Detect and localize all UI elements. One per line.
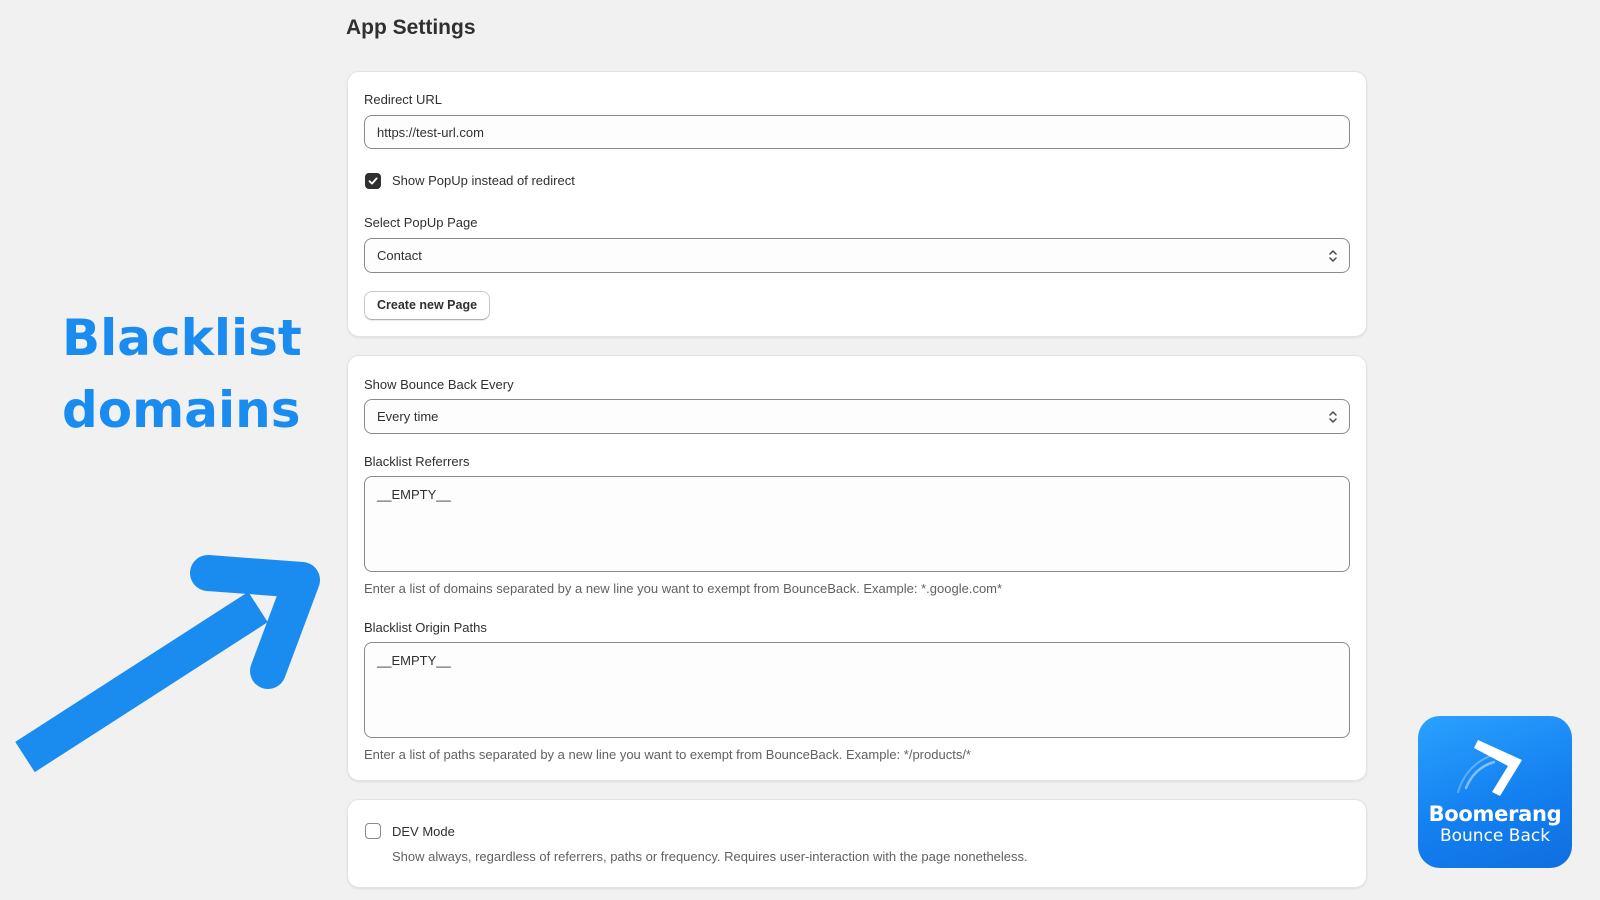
blacklist-paths-help: Enter a list of paths separated by a new…	[364, 747, 971, 762]
arrow-up-right-icon	[15, 555, 320, 773]
dev-mode-checkbox[interactable]	[365, 823, 381, 839]
show-popup-label[interactable]: Show PopUp instead of redirect	[392, 173, 575, 188]
select-popup-label: Select PopUp Page	[364, 215, 478, 230]
boomerang-icon	[1457, 740, 1522, 796]
logo-subtitle: Bounce Back	[1439, 826, 1551, 846]
redirect-url-label: Redirect URL	[364, 92, 443, 107]
bounce-back-settings-card: Show Bounce Back Every Every time Blackl…	[347, 355, 1367, 781]
select-chevron-icon	[1329, 411, 1337, 423]
dev-mode-label[interactable]: DEV Mode	[392, 824, 455, 839]
frequency-select-value: Every time	[377, 409, 439, 424]
promo-heading: Blacklist domains	[62, 302, 302, 446]
create-new-page-button[interactable]: Create new Page	[364, 291, 491, 320]
checkmark-icon	[368, 177, 378, 185]
dev-mode-help: Show always, regardless of referrers, pa…	[392, 849, 1028, 864]
blacklist-referrers-textarea[interactable]: __EMPTY__	[364, 476, 1350, 572]
popup-page-select-value: Contact	[377, 248, 422, 263]
blacklist-referrers-label: Blacklist Referrers	[364, 454, 470, 469]
redirect-url-input[interactable]	[364, 115, 1350, 149]
app-logo: Boomerang Bounce Back	[1418, 716, 1572, 868]
redirect-settings-card: Redirect URL Show PopUp instead of redir…	[347, 71, 1367, 337]
show-popup-checkbox[interactable]	[365, 173, 381, 189]
blacklist-referrers-help: Enter a list of domains separated by a n…	[364, 581, 1003, 596]
promo-heading-line2: domains	[62, 381, 301, 439]
frequency-select[interactable]: Every time	[364, 399, 1350, 434]
blacklist-paths-textarea[interactable]: __EMPTY__	[364, 642, 1350, 738]
select-chevron-icon	[1329, 250, 1337, 262]
promo-heading-line1: Blacklist	[62, 309, 302, 367]
blacklist-paths-label: Blacklist Origin Paths	[364, 620, 487, 635]
logo-name: Boomerang	[1428, 802, 1562, 826]
page-title: App Settings	[346, 16, 476, 39]
popup-page-select[interactable]: Contact	[364, 238, 1350, 273]
frequency-label: Show Bounce Back Every	[364, 377, 514, 392]
dev-mode-card: DEV Mode Show always, regardless of refe…	[347, 799, 1367, 888]
